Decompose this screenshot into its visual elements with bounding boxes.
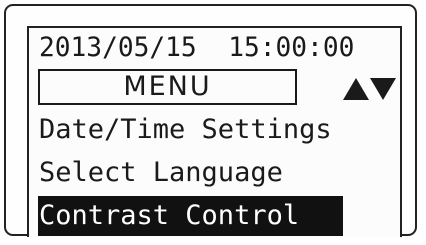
- arrow-down-icon[interactable]: [370, 78, 396, 100]
- datetime-display: 2013/05/15 15:00:00: [39, 32, 355, 63]
- menu-item-date-time-settings[interactable]: Date/Time Settings: [39, 112, 332, 148]
- menu-item-contrast-control[interactable]: Contrast Control: [39, 198, 299, 234]
- arrow-up-icon[interactable]: [343, 78, 369, 100]
- menu-item-select-language[interactable]: Select Language: [39, 155, 283, 191]
- lcd-screen: 2013/05/15 15:00:00 MENU Date/Time Setti…: [27, 26, 402, 237]
- menu-header: MENU: [38, 69, 297, 105]
- scroll-indicator: [343, 78, 399, 102]
- menu-title: MENU: [123, 71, 212, 102]
- device-frame: 2013/05/15 15:00:00 MENU Date/Time Setti…: [4, 4, 417, 237]
